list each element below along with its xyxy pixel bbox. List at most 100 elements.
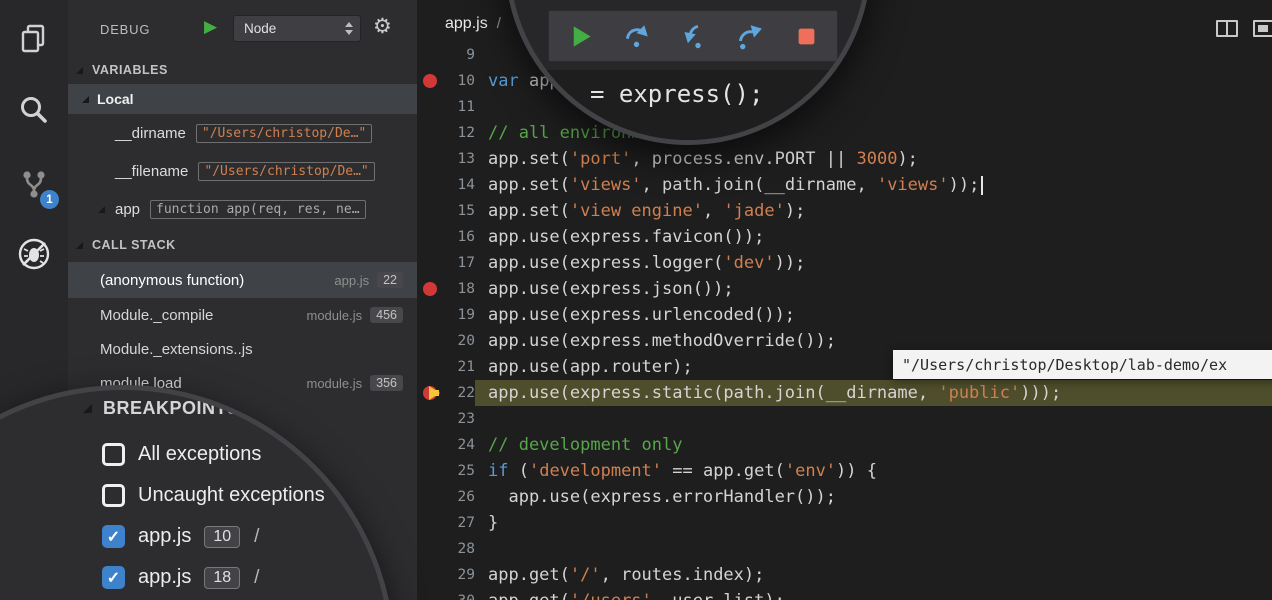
code-token: app.set( <box>488 149 570 169</box>
code-line: 26 app.use(express.errorHandler()); <box>417 484 1272 510</box>
code-line: 23 <box>417 406 1272 432</box>
launch-config-dropdown[interactable]: Node <box>233 15 361 42</box>
scope-row-local[interactable]: Local <box>68 84 417 114</box>
callstack-frame[interactable]: Module._extensions..js <box>68 332 417 366</box>
breakpoint-gutter[interactable] <box>417 536 443 562</box>
breakpoint-gutter[interactable] <box>417 354 443 380</box>
callstack-header-label: CALL STACK <box>92 238 176 252</box>
breakpoint-label: All exceptions <box>138 443 261 466</box>
breakpoint-gutter[interactable] <box>417 94 443 120</box>
collapse-arrow-icon <box>76 242 83 249</box>
breakpoint-gutter[interactable] <box>417 276 443 302</box>
callstack-frame[interactable]: Module._compilemodule.js456 <box>68 298 417 332</box>
breakpoint-checkbox[interactable] <box>102 484 125 507</box>
breakpoint-checkbox[interactable] <box>102 443 125 466</box>
code-line-content[interactable]: app.use(express.errorHandler()); <box>475 484 1272 510</box>
code-token: app.set( <box>488 201 570 221</box>
breakpoint-gutter[interactable] <box>417 432 443 458</box>
code-line-content[interactable]: app.get('/', routes.index); <box>475 562 1272 588</box>
code-line-content[interactable]: app.use(express.logger('dev')); <box>475 250 1272 276</box>
debug-step-into-button[interactable] <box>678 21 708 51</box>
breakpoints-section-header[interactable]: BREAKPOINTS <box>83 398 240 419</box>
breakpoint-gutter[interactable] <box>417 406 443 432</box>
frame-name: Module._extensions..js <box>100 341 253 358</box>
editor-layout-icon[interactable] <box>1253 20 1272 37</box>
code-line-content[interactable]: app.use(express.favicon()); <box>475 224 1272 250</box>
line-number: 30 <box>443 593 475 600</box>
debug-step-out-button[interactable] <box>735 21 765 51</box>
debug-step-over-button[interactable] <box>622 21 652 51</box>
breakpoint-gutter[interactable] <box>417 458 443 484</box>
breakpoint-item[interactable]: Uncaught exceptions <box>102 475 325 516</box>
code-line-content[interactable]: app.use(express.json()); <box>475 276 1272 302</box>
code-token: 'env' <box>785 461 836 481</box>
breakpoint-gutter[interactable] <box>417 146 443 172</box>
variables-section-header[interactable]: VARIABLES <box>68 56 417 84</box>
callstack-list: (anonymous function)app.js22Module._comp… <box>68 262 417 400</box>
split-editor-icon[interactable] <box>1216 20 1238 37</box>
line-number: 15 <box>443 203 475 219</box>
code-line-content[interactable]: app.get('/users', user.list); <box>475 588 1272 600</box>
code-line-content[interactable]: app.use(express.static(path.join(__dirna… <box>475 380 1272 406</box>
breakpoint-gutter[interactable] <box>417 302 443 328</box>
configure-gear-icon[interactable]: ⚙ <box>373 15 392 39</box>
code-line-content[interactable]: app.set('view engine', 'jade'); <box>475 198 1272 224</box>
code-token: 'dev' <box>723 253 774 273</box>
expand-arrow-icon[interactable] <box>98 206 105 213</box>
code-line-content[interactable]: // development only <box>475 432 1272 458</box>
breakpoint-gutter[interactable] <box>417 198 443 224</box>
code-token: '/users' <box>570 591 652 600</box>
code-token: app.use(express.methodOverride()); <box>488 331 836 351</box>
code-line-content[interactable] <box>475 536 1272 562</box>
variable-row[interactable]: appfunction app(req, res, ne… <box>68 190 417 228</box>
debug-icon[interactable] <box>16 236 52 272</box>
breakpoint-gutter[interactable] <box>417 172 443 198</box>
line-number: 25 <box>443 463 475 479</box>
code-line-content[interactable]: app.use(express.urlencoded()); <box>475 302 1272 328</box>
code-line: 30app.get('/users', user.list); <box>417 588 1272 600</box>
breakpoint-dot <box>423 74 437 88</box>
breakpoint-item[interactable]: app.js10/ <box>102 516 325 557</box>
breakpoint-gutter[interactable] <box>417 42 443 68</box>
variable-row[interactable]: __filename"/Users/christop/De…" <box>68 152 417 190</box>
breakpoint-gutter[interactable] <box>417 562 443 588</box>
breakpoint-gutter[interactable] <box>417 484 443 510</box>
code-line: 25if ('development' == app.get('env')) { <box>417 458 1272 484</box>
breakpoint-gutter[interactable] <box>417 588 443 600</box>
breakpoint-gutter[interactable] <box>417 328 443 354</box>
tab-app-js[interactable]: app.js / <box>445 15 501 33</box>
explorer-icon[interactable] <box>16 22 52 58</box>
code-token: '/' <box>570 565 601 585</box>
breakpoint-gutter[interactable] <box>417 510 443 536</box>
breakpoint-gutter[interactable] <box>417 250 443 276</box>
breakpoint-item[interactable]: All exceptions <box>102 434 325 475</box>
variable-row[interactable]: __dirname"/Users/christop/De…" <box>68 114 417 152</box>
breakpoint-gutter[interactable] <box>417 224 443 250</box>
debug-continue-button[interactable] <box>565 21 595 51</box>
code-line-content[interactable]: app.set('port', process.env.PORT || 3000… <box>475 146 1272 172</box>
breakpoints-header-label: BREAKPOINTS <box>103 398 240 419</box>
breakpoint-gutter[interactable] <box>417 380 443 406</box>
code-token: app.use(express.static(path.join(__dirna… <box>488 383 938 403</box>
code-line: 15app.set('view engine', 'jade'); <box>417 198 1272 224</box>
code-line-content[interactable]: if ('development' == app.get('env')) { <box>475 458 1272 484</box>
code-line-content[interactable] <box>475 406 1272 432</box>
breakpoint-checkbox[interactable] <box>102 525 125 548</box>
search-icon[interactable] <box>16 94 52 130</box>
breakpoint-gutter[interactable] <box>417 68 443 94</box>
code-line-content[interactable]: } <box>475 510 1272 536</box>
line-number: 27 <box>443 515 475 531</box>
breakpoint-gutter[interactable] <box>417 120 443 146</box>
collapse-arrow-icon <box>82 96 89 103</box>
code-token: , path.join(__dirname, <box>642 175 877 195</box>
start-debug-button[interactable]: ▶ <box>204 17 217 37</box>
callstack-section-header[interactable]: CALL STACK <box>68 228 417 262</box>
source-control-badge: 1 <box>40 190 59 209</box>
breakpoint-item[interactable]: app.js18/ <box>102 557 325 598</box>
debug-stop-button[interactable] <box>791 21 821 51</box>
callstack-frame[interactable]: (anonymous function)app.js22 <box>68 262 417 298</box>
breakpoint-checkbox[interactable] <box>102 566 125 589</box>
code-line: 28 <box>417 536 1272 562</box>
code-token: ); <box>897 149 917 169</box>
code-line-content[interactable]: app.set('views', path.join(__dirname, 'v… <box>475 172 1272 198</box>
